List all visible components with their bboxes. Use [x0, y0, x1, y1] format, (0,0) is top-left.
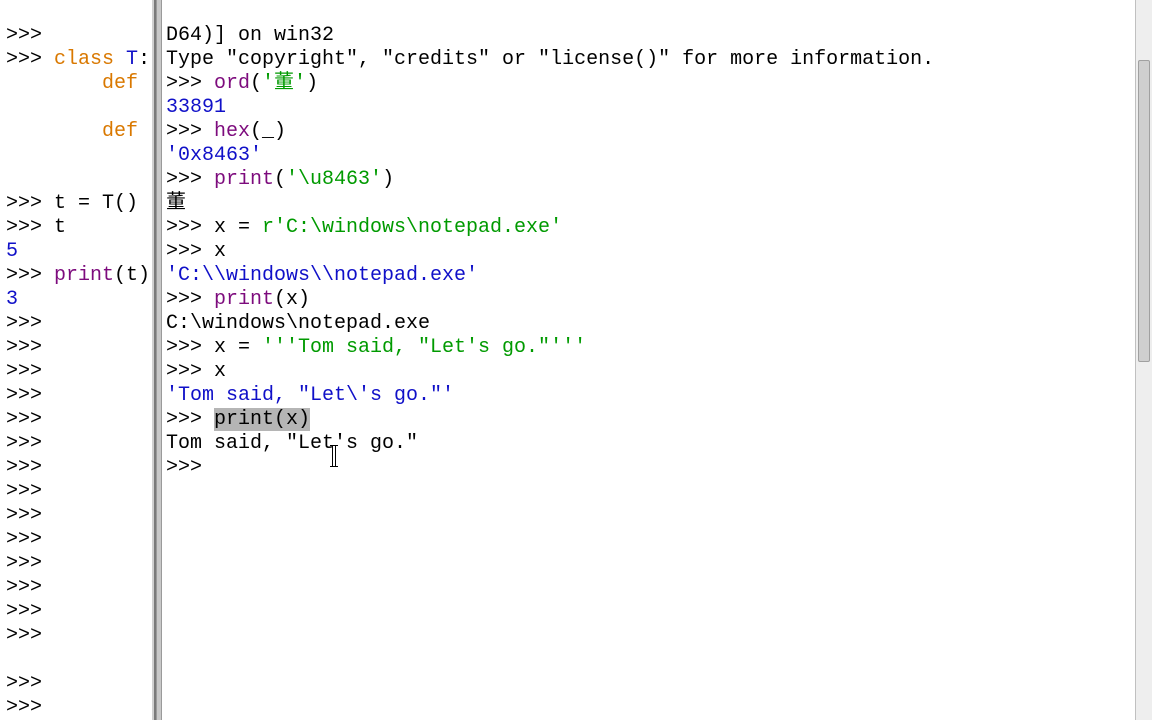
indent: [6, 72, 102, 95]
prompt: >>>: [166, 408, 214, 431]
indent: [6, 120, 102, 143]
string-literal: '''Tom said, "Let's go."''': [262, 336, 586, 359]
code-text: >>> x =: [166, 216, 262, 239]
output-line: '0x8463': [166, 144, 262, 167]
prompt: >>>: [6, 480, 54, 503]
prompt: >>>: [6, 312, 54, 335]
prompt: >>>: [166, 288, 214, 311]
right-shell-pane[interactable]: D64)] on win32 Type "copyright", "credit…: [162, 0, 1152, 720]
prompt: >>>: [6, 456, 54, 479]
prompt: >>>: [6, 264, 54, 287]
code-line: >>> x: [166, 360, 226, 383]
output-line: 5: [6, 240, 18, 263]
builtin-hex: hex: [214, 120, 250, 143]
output-line: 董: [166, 192, 186, 215]
code-text: (x): [274, 288, 310, 311]
string-literal: r'C:\windows\notepad.exe': [262, 216, 562, 239]
banner-line: D64)] on win32: [166, 24, 334, 47]
code-text: (_): [250, 120, 286, 143]
banner-line: Type "copyright", "credits" or "license(…: [166, 48, 934, 71]
prompt: >>>: [166, 168, 214, 191]
prompt: >>>: [6, 504, 54, 527]
prompt: >>>: [6, 408, 54, 431]
prompt: >>>: [6, 576, 54, 599]
prompt: >>>: [6, 600, 54, 623]
output-line: 33891: [166, 96, 226, 119]
prompt: >>>: [166, 72, 214, 95]
prompt: >>>: [6, 360, 54, 383]
code-text: >>> x =: [166, 336, 262, 359]
code-line: >>> t: [6, 216, 66, 239]
builtin-ord: ord: [214, 72, 250, 95]
left-shell-pane[interactable]: >>> >>> class T: def def >>> t = T() >>>…: [0, 0, 156, 720]
prompt: >>>: [6, 696, 54, 719]
class-name: T: [126, 48, 138, 71]
output-line: C:\windows\notepad.exe: [166, 312, 430, 335]
code-text: :: [138, 48, 150, 71]
code-text: ): [382, 168, 394, 191]
prompt: >>>: [6, 24, 54, 47]
prompt: >>>: [6, 384, 54, 407]
prompt: >>>: [166, 120, 214, 143]
output-line: 3: [6, 288, 18, 311]
vertical-scrollbar[interactable]: [1135, 0, 1152, 720]
code-text: (: [250, 72, 262, 95]
string-literal: '\u8463': [286, 168, 382, 191]
builtin-print: print: [214, 168, 274, 191]
editor-split: >>> >>> class T: def def >>> t = T() >>>…: [0, 0, 1152, 720]
output-line: Tom said, "Let's go.": [166, 432, 418, 455]
code-text: (t): [114, 264, 150, 287]
code-text: (: [274, 168, 286, 191]
prompt: >>>: [6, 432, 54, 455]
prompt: >>>: [6, 624, 54, 647]
code-text: ): [306, 72, 318, 95]
output-line: 'Tom said, "Let\'s go."': [166, 384, 454, 407]
text-cursor-icon: [332, 446, 336, 466]
prompt: >>>: [6, 48, 54, 71]
selected-text: print(x): [214, 408, 310, 431]
prompt: >>>: [6, 552, 54, 575]
builtin-print: print: [214, 288, 274, 311]
keyword-class: class: [54, 48, 114, 71]
output-line: 'C:\\windows\\notepad.exe': [166, 264, 478, 287]
scrollbar-thumb[interactable]: [1138, 60, 1150, 362]
code-line: >>> x: [166, 240, 226, 263]
prompt: >>>: [6, 672, 54, 695]
keyword-def: def: [102, 120, 138, 143]
keyword-def: def: [102, 72, 138, 95]
string-literal: '董': [262, 72, 306, 95]
builtin-print: print: [54, 264, 114, 287]
code-line: >>> t = T(): [6, 192, 138, 215]
prompt: >>>: [6, 528, 54, 551]
prompt: >>>: [6, 336, 54, 359]
prompt: >>>: [166, 456, 214, 479]
code-text: [114, 48, 126, 71]
